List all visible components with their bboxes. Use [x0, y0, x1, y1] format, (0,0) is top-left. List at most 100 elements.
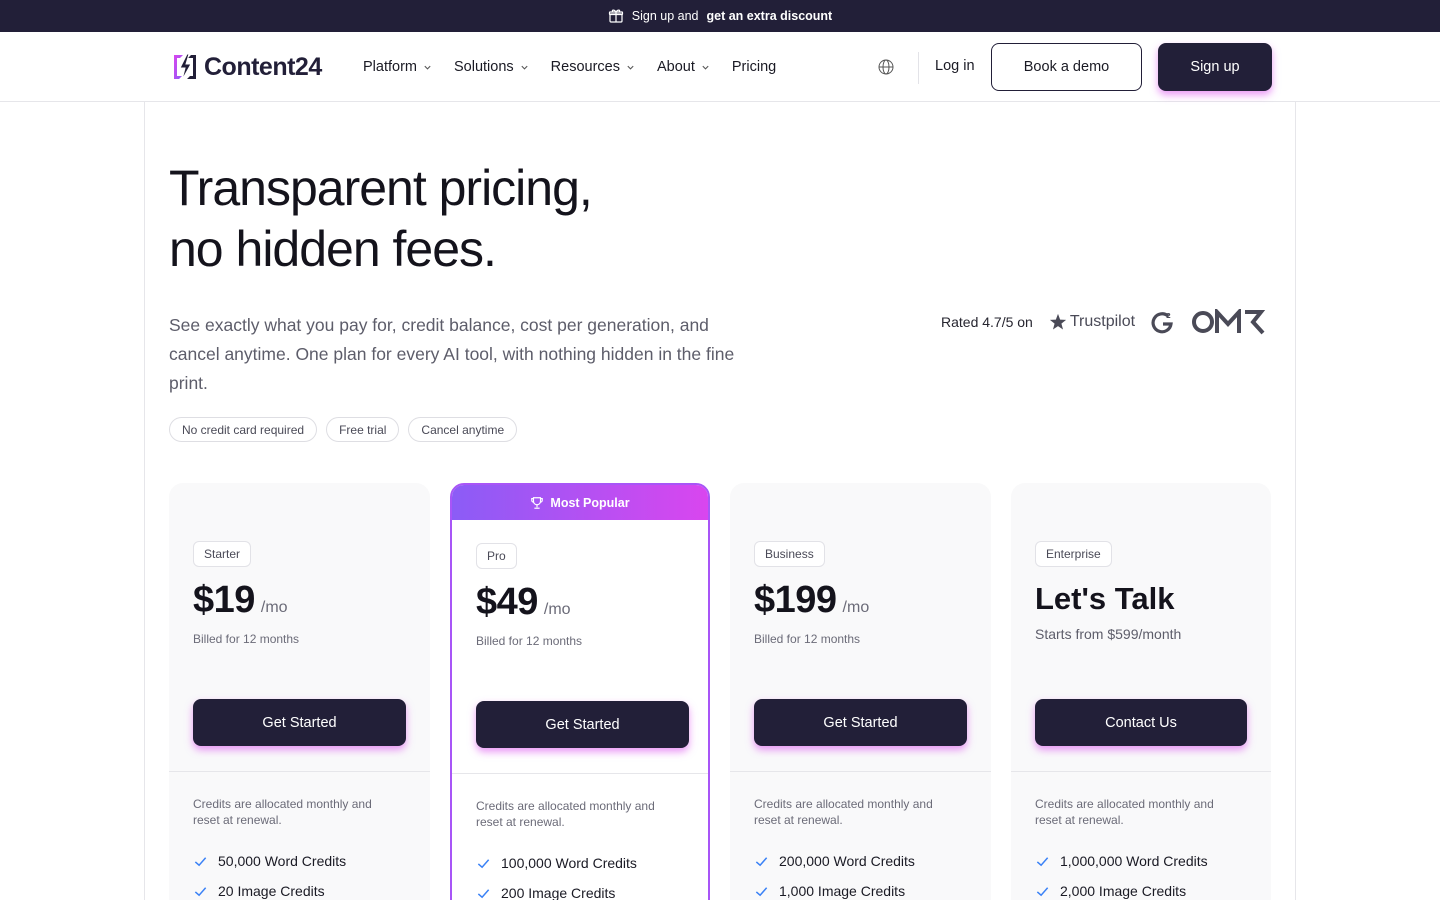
star-icon [1049, 313, 1066, 330]
price-unit: /mo [543, 601, 571, 618]
feature-label: 20 Image Credits [218, 883, 325, 899]
feature-label: 50,000 Word Credits [218, 853, 347, 869]
badge-label: Most Popular [550, 495, 630, 510]
feature-label: 100,000 Word Credits [501, 855, 637, 871]
logo-text: Content24 [204, 52, 322, 81]
check-icon [755, 886, 768, 896]
nav-menu: Platform Solutions Resources About Prici… [363, 32, 798, 102]
billing-note: Billed for 12 months [193, 632, 300, 646]
get-started-button[interactable]: Get Started [193, 699, 406, 746]
title-line-1: Transparent pricing, [169, 160, 593, 216]
svg-text:2: 2 [1166, 312, 1171, 320]
allocation-note: Credits are allocated monthly and reset … [476, 799, 655, 829]
nav-item-label: Solutions [454, 59, 514, 75]
card-divider [730, 771, 991, 772]
nav-item-platform[interactable]: Platform [363, 59, 432, 75]
chevron-down-icon [702, 65, 709, 70]
book-demo-button[interactable]: Book a demo [991, 43, 1142, 91]
rating-text: Rated 4.7/5 on [941, 314, 1033, 330]
feature-list: 100,000 Word Credits 200 Image Credits [476, 848, 637, 900]
nav-item-label: Resources [550, 59, 620, 75]
feature-chips: No credit card required Free trial Cance… [169, 417, 518, 442]
most-popular-banner: Most Popular [452, 485, 708, 520]
billing-note: Billed for 12 months [754, 632, 861, 646]
page-title: Transparent pricing, no hidden fees. [169, 158, 869, 280]
allocation-note: Credits are allocated monthly and reset … [754, 797, 933, 827]
tier-badge: Enterprise [1035, 541, 1112, 567]
list-item: 20 Image Credits [193, 876, 346, 900]
nav-item-label: Platform [363, 59, 417, 75]
lightning-logo-icon [174, 53, 196, 81]
feature-label: 200,000 Word Credits [779, 853, 915, 869]
allocation-note: Credits are allocated monthly and reset … [1035, 797, 1214, 827]
nav-item-pricing[interactable]: Pricing [732, 59, 776, 75]
tier-badge: Pro [476, 543, 517, 569]
plan-card-starter: Starter $19 /mo Billed for 12 months Get… [169, 483, 430, 900]
trustpilot-label: Trustpilot [1069, 313, 1136, 330]
nav-item-about[interactable]: About [657, 59, 710, 75]
starting-price: Starts from $599/month [1035, 626, 1182, 642]
feature-list: 1,000,000 Word Credits 2,000 Image Credi… [1035, 846, 1208, 900]
feature-label: 1,000 Image Credits [779, 883, 906, 899]
chevron-down-icon [627, 65, 634, 70]
nav-item-label: About [656, 59, 695, 75]
get-started-button[interactable]: Get Started [754, 699, 967, 746]
plan-card-business: Business $199 /mo Billed for 12 months G… [730, 483, 991, 900]
tier-badge: Business [754, 541, 825, 567]
list-item: 50,000 Word Credits [193, 846, 346, 876]
login-link[interactable]: Log in [935, 58, 975, 74]
trophy-icon [531, 496, 544, 509]
get-started-button[interactable]: Get Started [476, 701, 689, 748]
announcement-bar[interactable]: Sign up and get an extra discount [0, 0, 1440, 32]
feature-label: 200 Image Credits [501, 885, 616, 900]
chip-cancel-anytime: Cancel anytime [408, 417, 518, 442]
hero-subtitle: See exactly what you pay for, credit bal… [169, 315, 735, 393]
check-icon [194, 856, 207, 866]
contact-us-button[interactable]: Contact Us [1035, 699, 1247, 746]
nav-item-label: Pricing [731, 59, 777, 75]
announcement-prefix: Sign up and [631, 9, 699, 23]
logo[interactable]: Content24 [168, 51, 322, 83]
globe-icon[interactable] [877, 58, 895, 76]
card-divider [452, 773, 708, 774]
check-icon [1036, 856, 1049, 866]
omr-logo-icon[interactable] [1191, 309, 1267, 335]
list-item: 2,000 Image Credits [1035, 876, 1208, 900]
list-item: 1,000,000 Word Credits [1035, 846, 1208, 876]
price-value: $19 [193, 579, 255, 621]
card-divider [1011, 771, 1271, 772]
chip-no-credit-card: No credit card required [169, 417, 318, 442]
card-divider [169, 771, 430, 772]
feature-list: 50,000 Word Credits 20 Image Credits [193, 846, 346, 900]
sign-up-button[interactable]: Sign up [1158, 43, 1272, 91]
feature-label: 1,000,000 Word Credits [1060, 853, 1208, 869]
nav-item-solutions[interactable]: Solutions [454, 59, 529, 75]
chevron-down-icon [521, 65, 528, 70]
feature-label: 2,000 Image Credits [1060, 883, 1187, 899]
check-icon [194, 886, 207, 896]
tier-badge: Starter [193, 541, 252, 567]
chevron-down-icon [424, 65, 431, 70]
nav-item-resources[interactable]: Resources [551, 59, 635, 75]
check-icon [477, 858, 490, 868]
title-line-2: no hidden fees. [169, 221, 497, 277]
rating-row: Rated 4.7/5 on Trustpilot 2 [941, 309, 1267, 335]
feature-list: 200,000 Word Credits 1,000 Image Credits [754, 846, 915, 900]
price-unit: /mo [260, 599, 288, 616]
g2-logo-icon[interactable]: 2 [1151, 310, 1175, 334]
plan-card-pro: Most Popular Pro $49 /mo Billed for 12 m… [450, 483, 710, 900]
price: $199 /mo [754, 579, 869, 622]
price: $49 /mo [476, 581, 571, 624]
check-icon [477, 888, 490, 898]
list-item: 1,000 Image Credits [754, 876, 915, 900]
nav-divider [918, 52, 919, 84]
announcement-highlight: get an extra discount [706, 9, 833, 23]
price-value: $199 [754, 579, 837, 621]
billing-note: Billed for 12 months [476, 634, 583, 648]
price-unit: /mo [842, 599, 870, 616]
trustpilot-logo[interactable]: Trustpilot [1049, 313, 1135, 331]
list-item: 200 Image Credits [476, 878, 637, 900]
allocation-note: Credits are allocated monthly and reset … [193, 797, 372, 827]
check-icon [1036, 886, 1049, 896]
gift-icon [608, 9, 623, 23]
